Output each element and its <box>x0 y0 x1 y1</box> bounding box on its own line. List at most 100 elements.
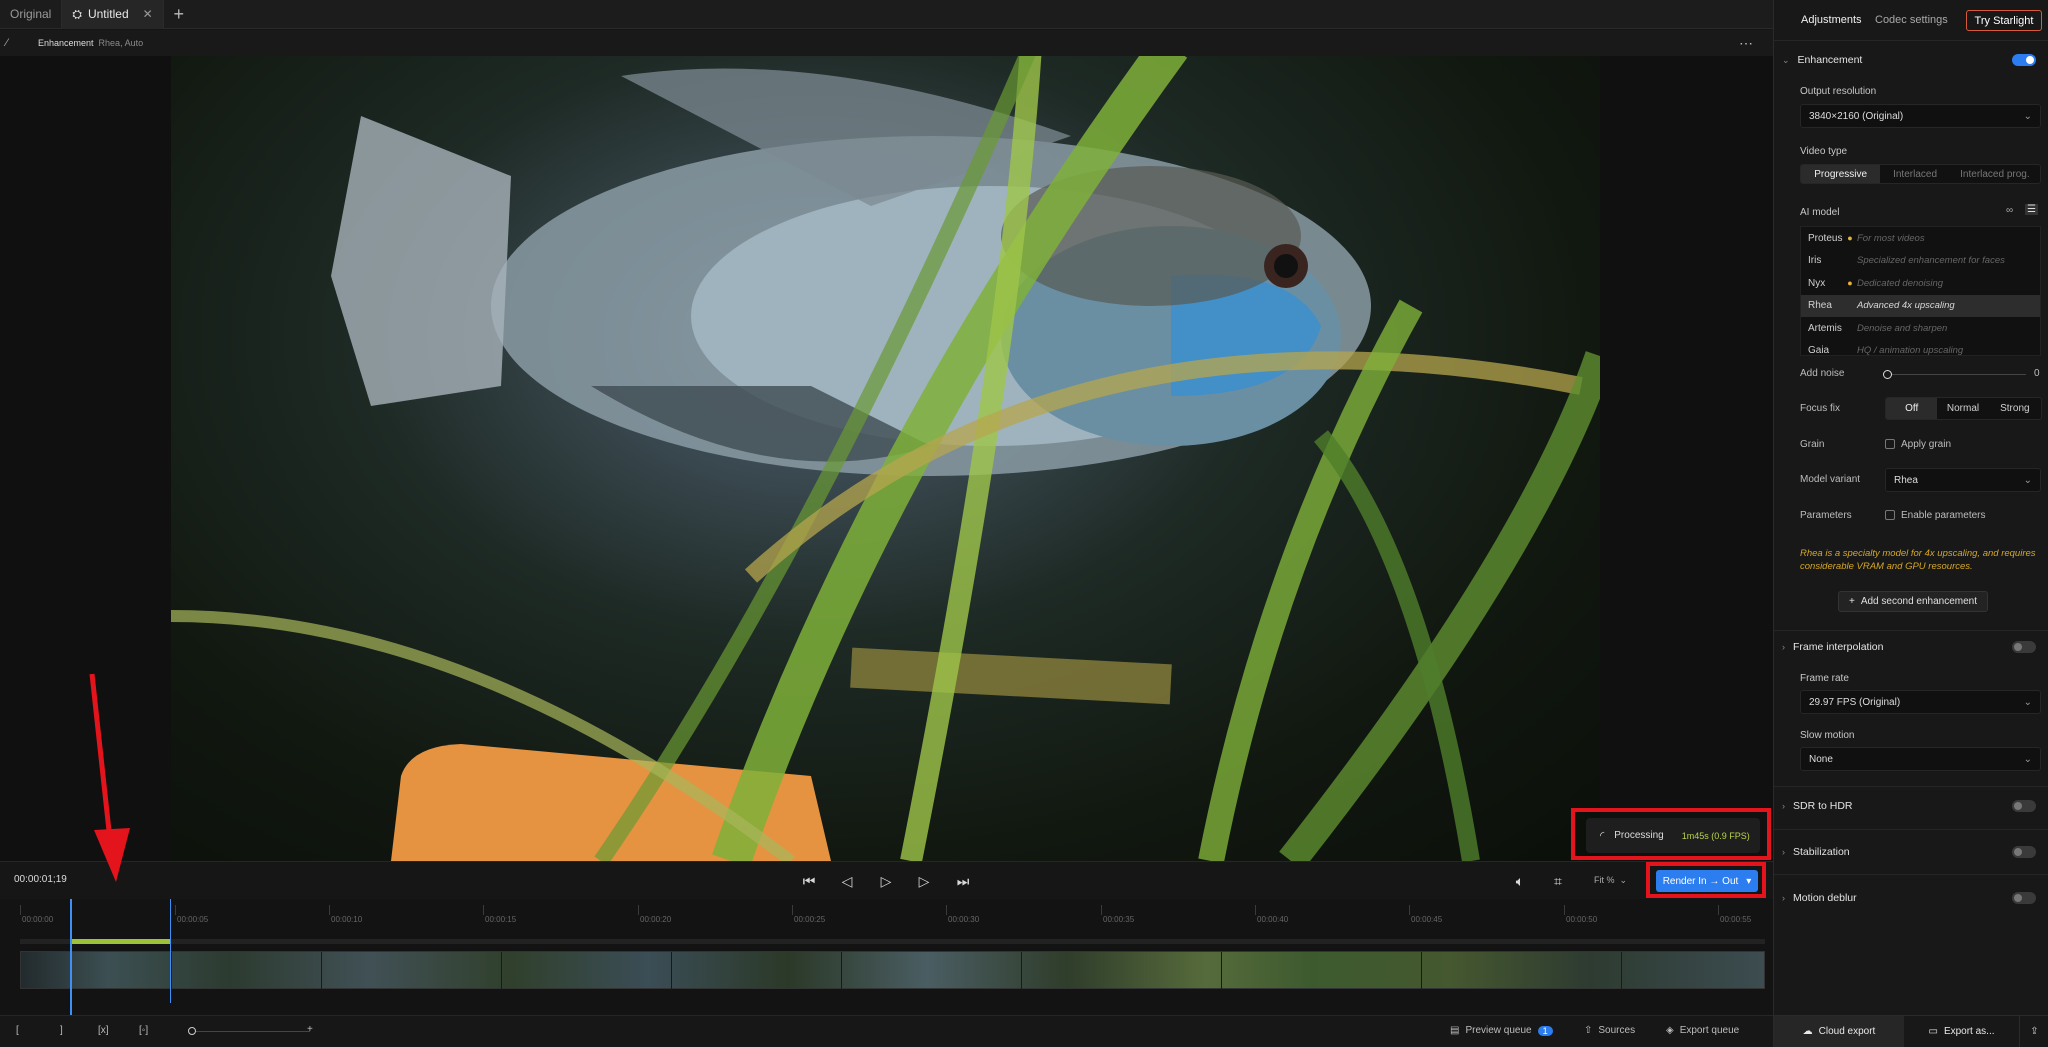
step-back-icon[interactable]: ◁ <box>837 871 857 891</box>
ruler-label: 00:00:25 <box>794 915 826 924</box>
rhea-warning-note: Rhea is a specialty model for 4x upscali… <box>1800 548 2036 572</box>
mark-in-icon[interactable]: [ <box>16 1025 19 1036</box>
preview-queue-button[interactable]: ▤ Preview queue 1 <box>1450 1025 1553 1036</box>
export-queue-button[interactable]: ◈ Export queue <box>1666 1025 1739 1036</box>
focus-fix-normal[interactable]: Normal <box>1937 398 1988 419</box>
tab-adjustments[interactable]: Adjustments <box>1801 14 1862 26</box>
focus-fix-segmented[interactable]: Off Normal Strong <box>1885 397 2042 420</box>
close-tab-icon[interactable]: ✕ <box>143 7 153 21</box>
skip-to-start-icon[interactable]: ⏮ <box>799 871 819 891</box>
wand-icon[interactable]: ⁄ <box>6 37 8 49</box>
skip-to-end-icon[interactable]: ⏭ <box>953 871 973 891</box>
video-type-interlaced-prog[interactable]: Interlaced prog. <box>1950 165 2040 183</box>
ruler-tick <box>175 905 176 915</box>
ruler-tick <box>638 905 639 915</box>
panel-divider <box>1774 786 2048 787</box>
video-type-progressive[interactable]: Progressive <box>1801 165 1881 183</box>
list-view-icon[interactable]: ☰ <box>2025 204 2038 215</box>
tab-codec-settings[interactable]: Codec settings <box>1875 14 1948 26</box>
model-desc: Specialized enhancement for faces <box>1857 255 2005 267</box>
crop-icon[interactable]: ⌗ <box>1548 871 1568 891</box>
export-as-button[interactable]: ▭ Export as... <box>1904 1016 2019 1047</box>
playhead[interactable] <box>70 899 72 1015</box>
model-row-artemis[interactable]: Artemis Denoise and sharpen <box>1801 317 2040 340</box>
video-type-segmented[interactable]: Progressive Interlaced Interlaced prog. <box>1800 164 2041 184</box>
ruler-tick <box>329 905 330 915</box>
ruler-label: 00:00:40 <box>1257 915 1289 924</box>
share-icon[interactable]: ⇪ <box>2019 1016 2048 1047</box>
try-starlight-button[interactable]: Try Starlight <box>1966 10 2042 31</box>
zoom-fit-select[interactable]: Fit % ⌄ <box>1594 875 1627 886</box>
focus-fix-strong[interactable]: Strong <box>1989 398 2041 419</box>
motion-deblur-header[interactable]: › Motion deblur <box>1782 892 1857 904</box>
model-name: Proteus <box>1808 232 1843 244</box>
model-name: Nyx <box>1808 277 1826 289</box>
model-row-iris[interactable]: Iris Specialized enhancement for faces <box>1801 250 2040 273</box>
more-options-icon[interactable]: ⋯ <box>1739 35 1753 52</box>
video-type-interlaced[interactable]: Interlaced <box>1880 165 1949 183</box>
bottom-bar: [ ] [x] [◦] + ▤ Preview queue 1 ⇧ Source… <box>0 1015 1773 1047</box>
apply-grain-checkbox[interactable]: Apply grain <box>1885 439 1951 450</box>
model-row-rhea[interactable]: Rhea Advanced 4x upscaling <box>1801 294 2040 317</box>
volume-icon[interactable]: 🔈︎ <box>1510 871 1530 891</box>
enhancement-subbar: ⁄ Enhancement Rhea, Auto ⋯ <box>0 30 1773 56</box>
model-variant-select[interactable]: Rhea ⌄ <box>1885 468 2041 492</box>
zoom-slider-handle[interactable] <box>188 1027 196 1035</box>
timeline[interactable]: 00:00:00 00:00:05 00:00:10 00:00:15 00:0… <box>0 899 1773 1015</box>
enable-parameters-checkbox[interactable]: Enable parameters <box>1885 510 1986 521</box>
cloud-export-button[interactable]: ☁ Cloud export <box>1774 1016 1904 1047</box>
add-noise-slider[interactable] <box>1886 374 2026 375</box>
enhancement-section-header[interactable]: ⌄ Enhancement <box>1782 54 1862 66</box>
frame-interpolation-toggle[interactable] <box>2012 641 2036 653</box>
slow-motion-label: Slow motion <box>1800 730 1855 741</box>
thumb-separator <box>841 952 842 990</box>
ruler-label: 00:00:05 <box>177 915 209 924</box>
chevron-right-icon: › <box>1782 847 1785 857</box>
frame-rate-select[interactable]: 29.97 FPS (Original) ⌄ <box>1800 690 2041 714</box>
slow-motion-select[interactable]: None ⌄ <box>1800 747 2041 771</box>
model-name: Gaia <box>1808 345 1830 356</box>
motion-deblur-toggle[interactable] <box>2012 892 2036 904</box>
tab-original[interactable]: Original <box>0 0 63 29</box>
model-row-proteus[interactable]: Proteus ● For most videos <box>1801 227 2040 250</box>
stabilization-toggle[interactable] <box>2012 846 2036 858</box>
stabilization-header[interactable]: › Stabilization <box>1782 846 1850 858</box>
in-out-range[interactable] <box>70 939 171 944</box>
tab-untitled[interactable]: ⛭ Untitled ✕ <box>62 0 164 29</box>
model-row-gaia[interactable]: Gaia HQ / animation upscaling <box>1801 340 2040 356</box>
new-tab-icon[interactable]: + <box>164 4 194 25</box>
zoom-in-icon[interactable]: + <box>307 1024 313 1035</box>
mark-out-icon[interactable]: ] <box>60 1025 63 1036</box>
model-desc: Denoise and sharpen <box>1857 322 1948 334</box>
output-resolution-value: 3840×2160 (Original) <box>1809 110 1904 122</box>
add-second-enhancement-button[interactable]: + Add second enhancement <box>1838 591 1988 612</box>
video-type-label: Video type <box>1800 146 1848 157</box>
chevron-down-icon: ⌄ <box>2023 753 2032 765</box>
thumbnail-strip[interactable] <box>20 951 1765 990</box>
sdr-to-hdr-header[interactable]: › SDR to HDR <box>1782 800 1853 812</box>
ai-model-label: AI model <box>1800 207 1840 218</box>
step-forward-icon[interactable]: ▷ <box>914 871 934 891</box>
enhancement-toggle[interactable] <box>2012 54 2036 66</box>
zoom-fit-timeline-icon[interactable]: [◦] <box>139 1025 148 1036</box>
focus-fix-off[interactable]: Off <box>1886 398 1938 419</box>
ruler-tick <box>792 905 793 915</box>
sources-button[interactable]: ⇧ Sources <box>1584 1025 1635 1036</box>
play-icon[interactable]: ▷ <box>876 871 896 891</box>
output-resolution-select[interactable]: 3840×2160 (Original) ⌄ <box>1800 104 2041 128</box>
model-name: Rhea <box>1808 300 1832 312</box>
timeline-zoom-slider[interactable] <box>190 1031 310 1032</box>
add-second-label: Add second enhancement <box>1860 596 1978 607</box>
ruler-tick <box>1409 905 1410 915</box>
out-point-marker[interactable] <box>170 899 171 1003</box>
focus-fix-label: Focus fix <box>1800 403 1841 414</box>
model-row-nyx[interactable]: Nyx ● Dedicated denoising <box>1801 272 2040 295</box>
frame-interpolation-header[interactable]: › Frame interpolation <box>1782 641 1883 653</box>
clear-marks-icon[interactable]: [x] <box>98 1025 109 1036</box>
layers-icon: ◈ <box>1666 1025 1674 1036</box>
queue-icon: ▤ <box>1450 1025 1460 1036</box>
model-variant-label: Model variant <box>1800 474 1861 485</box>
sdr-to-hdr-toggle[interactable] <box>2012 800 2036 812</box>
add-noise-handle[interactable] <box>1883 370 1892 379</box>
grid-view-icon[interactable]: ∞ <box>2006 205 2013 216</box>
